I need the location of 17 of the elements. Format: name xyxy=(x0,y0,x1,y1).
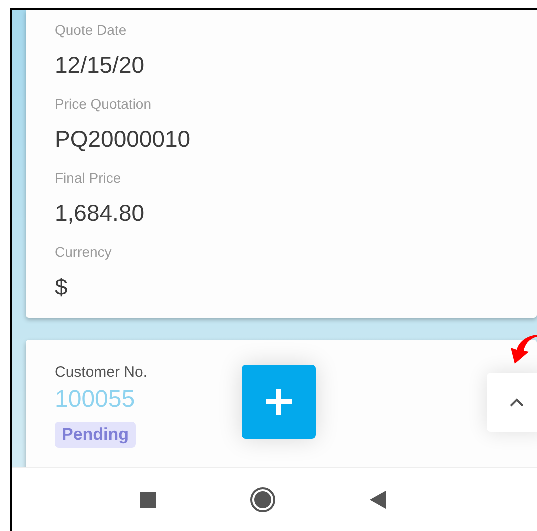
status-badge: Pending xyxy=(55,422,136,448)
field-label: Quote Date xyxy=(55,21,128,40)
chevron-up-icon xyxy=(510,398,524,407)
field-value: 12/15/20 xyxy=(55,51,146,80)
home-icon[interactable] xyxy=(250,486,276,512)
customer-number: 100055 xyxy=(55,385,136,415)
add-button[interactable] xyxy=(242,365,316,439)
customer-label: Customer No. xyxy=(55,363,149,383)
field-label: Final Price xyxy=(55,169,122,188)
back-icon[interactable] xyxy=(370,490,386,508)
field-value: 1,684.80 xyxy=(55,199,146,228)
field-value: PQ20000010 xyxy=(55,125,192,154)
field-value: $ xyxy=(55,273,69,302)
field-label: Price Quotation xyxy=(55,95,152,114)
field-label: Currency xyxy=(55,243,113,262)
plus-icon xyxy=(264,387,294,417)
recents-icon[interactable] xyxy=(140,492,156,508)
